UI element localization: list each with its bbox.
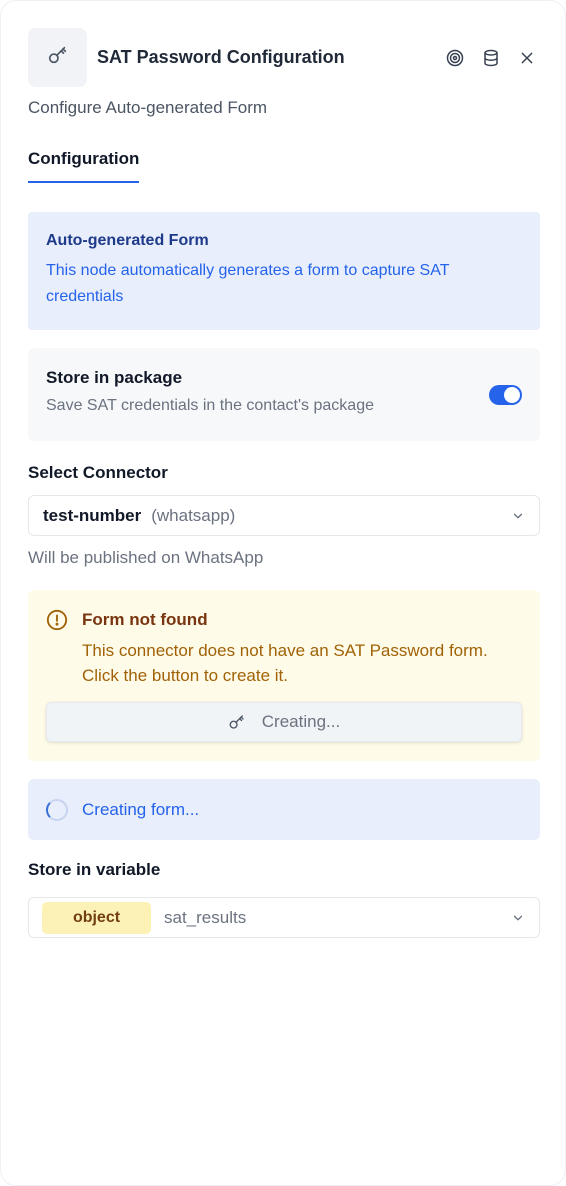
variable-name: sat_results <box>164 907 247 927</box>
progress-banner: Creating form... <box>28 779 540 840</box>
chevron-down-icon <box>511 509 525 528</box>
key-icon <box>47 44 69 71</box>
database-icon[interactable] <box>480 47 502 69</box>
create-form-button-label: Creating... <box>261 712 341 731</box>
connector-hint: Will be published on WhatsApp <box>28 548 264 567</box>
info-banner: Auto-generated Form This node automatica… <box>28 212 540 330</box>
toggle-knob <box>504 387 520 403</box>
connector-label: Select Connector <box>28 463 168 482</box>
tab-configuration[interactable]: Configuration <box>28 149 140 183</box>
info-title: Auto-generated Form <box>46 232 209 249</box>
connector-value: test-number <box>43 505 142 525</box>
variable-select[interactable]: object sat_results <box>28 897 540 938</box>
info-text: This node automatically generates a form… <box>46 262 450 305</box>
variable-label: Store in variable <box>28 860 161 879</box>
warning-text: This connector does not have an SAT Pass… <box>82 641 488 685</box>
create-form-button[interactable]: Creating... <box>46 702 522 742</box>
variable-type-badge: object <box>42 901 151 934</box>
chevron-down-icon <box>511 911 525 930</box>
progress-text: Creating form... <box>82 799 200 819</box>
store-package-description: Save SAT credentials in the contact's pa… <box>46 397 374 414</box>
warning-title: Form not found <box>82 610 208 629</box>
target-icon[interactable] <box>444 47 466 69</box>
store-package-label: Store in package <box>46 368 183 387</box>
store-in-package-setting: Store in package Save SAT credentials in… <box>28 348 540 441</box>
store-package-toggle[interactable] <box>489 385 522 405</box>
warning-banner: Form not found This connector does not h… <box>28 590 540 761</box>
header-actions <box>444 47 538 69</box>
panel-subtitle: Configure Auto-generated Form <box>28 98 268 117</box>
close-icon[interactable] <box>516 47 538 69</box>
key-icon <box>228 713 246 731</box>
spinner-icon <box>46 798 68 821</box>
panel-header: SAT Password Configuration <box>28 28 538 87</box>
alert-circle-icon <box>46 609 68 636</box>
node-icon-tile <box>28 28 87 87</box>
connector-select[interactable]: test-number (whatsapp) <box>28 495 540 536</box>
tab-bar: Configuration <box>28 149 538 185</box>
connector-channel: (whatsapp) <box>151 505 236 525</box>
panel-title: SAT Password Configuration <box>97 47 345 67</box>
configuration-panel: SAT Password Configuration Configure Aut… <box>0 0 566 1186</box>
